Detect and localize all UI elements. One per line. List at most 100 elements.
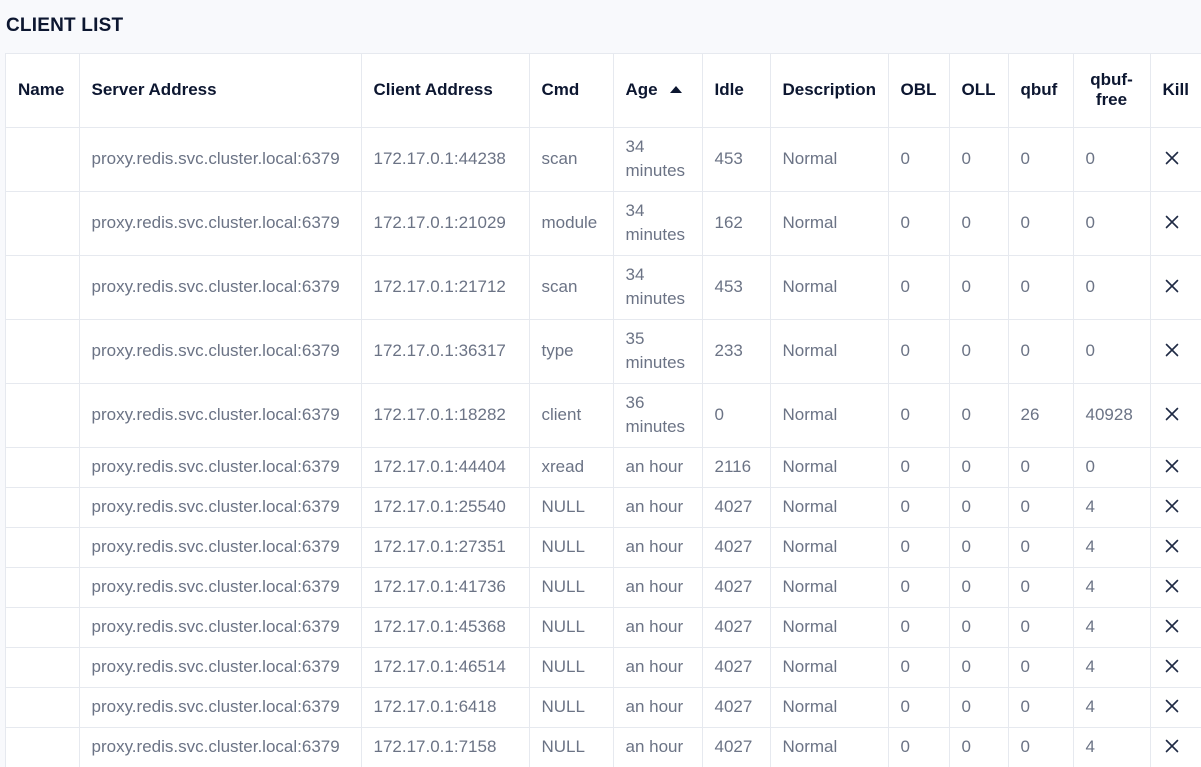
cell-server-address: proxy.redis.svc.cluster.local:6379	[79, 487, 362, 528]
column-header-qbuf-free[interactable]: qbuf-free	[1073, 54, 1151, 128]
column-header-age[interactable]: Age	[613, 54, 703, 128]
cell-server-address: proxy.redis.svc.cluster.local:6379	[79, 727, 362, 767]
cell-idle: 4027	[702, 687, 771, 728]
column-header-oll[interactable]: OLL	[949, 54, 1009, 128]
cell-qbuf-free: 4	[1073, 647, 1151, 688]
column-header-server-address[interactable]: Server Address	[79, 54, 362, 128]
cell-oll: 0	[949, 487, 1009, 528]
cell-client-address: 172.17.0.1:21712	[361, 255, 530, 320]
cell-server-address: proxy.redis.svc.cluster.local:6379	[79, 567, 362, 608]
cell-cmd: NULL	[529, 567, 614, 608]
cell-oll: 0	[949, 727, 1009, 767]
cell-client-address: 172.17.0.1:25540	[361, 487, 530, 528]
client-list-table-container: Name Server Address Client Address Cmd A…	[5, 53, 1201, 767]
cell-obl: 0	[888, 191, 950, 256]
cell-oll: 0	[949, 383, 1009, 448]
cell-cmd: xread	[529, 447, 614, 488]
cell-idle: 4027	[702, 727, 771, 767]
cell-server-address: proxy.redis.svc.cluster.local:6379	[79, 527, 362, 568]
kill-client-button[interactable]	[1163, 277, 1181, 295]
column-header-cmd[interactable]: Cmd	[529, 54, 614, 128]
close-icon	[1165, 407, 1178, 420]
cell-server-address: proxy.redis.svc.cluster.local:6379	[79, 383, 362, 448]
cell-age: 34 minutes	[613, 127, 703, 192]
table-row: proxy.redis.svc.cluster.local:6379 172.17…	[6, 607, 1201, 648]
cell-qbuf: 0	[1008, 687, 1074, 728]
column-header-qbuf[interactable]: qbuf	[1008, 54, 1074, 128]
cell-server-address: proxy.redis.svc.cluster.local:6379	[79, 607, 362, 648]
cell-cmd: scan	[529, 255, 614, 320]
cell-age: an hour	[613, 447, 703, 488]
close-icon	[1165, 739, 1178, 752]
cell-qbuf-free: 0	[1073, 447, 1151, 488]
cell-age: 34 minutes	[613, 191, 703, 256]
kill-client-button[interactable]	[1163, 149, 1181, 167]
cell-qbuf-free: 4	[1073, 607, 1151, 648]
cell-obl: 0	[888, 447, 950, 488]
close-icon	[1165, 539, 1178, 552]
cell-age: 36 minutes	[613, 383, 703, 448]
kill-client-button[interactable]	[1163, 537, 1181, 555]
close-icon	[1165, 151, 1178, 164]
cell-qbuf: 0	[1008, 487, 1074, 528]
table-row: proxy.redis.svc.cluster.local:6379 172.17…	[6, 255, 1201, 320]
cell-obl: 0	[888, 255, 950, 320]
table-row: proxy.redis.svc.cluster.local:6379 172.17…	[6, 191, 1201, 256]
kill-client-button[interactable]	[1163, 577, 1181, 595]
column-header-idle[interactable]: Idle	[702, 54, 771, 128]
kill-client-button[interactable]	[1163, 617, 1181, 635]
table-header-row: Name Server Address Client Address Cmd A…	[6, 54, 1201, 128]
cell-client-address: 172.17.0.1:44238	[361, 127, 530, 192]
cell-qbuf-free: 4	[1073, 727, 1151, 767]
close-icon	[1165, 215, 1178, 228]
cell-kill	[1150, 687, 1201, 728]
cell-qbuf-free: 0	[1073, 255, 1151, 320]
cell-idle: 4027	[702, 567, 771, 608]
cell-name	[6, 647, 80, 688]
cell-kill	[1150, 383, 1201, 448]
cell-kill	[1150, 607, 1201, 648]
sort-ascending-icon	[669, 86, 682, 94]
kill-client-button[interactable]	[1163, 405, 1181, 423]
cell-name	[6, 383, 80, 448]
cell-name	[6, 687, 80, 728]
cell-obl: 0	[888, 319, 950, 384]
cell-kill	[1150, 447, 1201, 488]
kill-client-button[interactable]	[1163, 737, 1181, 755]
cell-obl: 0	[888, 383, 950, 448]
column-header-description[interactable]: Description	[770, 54, 889, 128]
cell-obl: 0	[888, 647, 950, 688]
cell-cmd: NULL	[529, 687, 614, 728]
kill-client-button[interactable]	[1163, 341, 1181, 359]
cell-idle: 4027	[702, 487, 771, 528]
cell-qbuf: 0	[1008, 647, 1074, 688]
cell-oll: 0	[949, 607, 1009, 648]
cell-qbuf-free: 4	[1073, 567, 1151, 608]
cell-oll: 0	[949, 255, 1009, 320]
cell-server-address: proxy.redis.svc.cluster.local:6379	[79, 127, 362, 192]
cell-kill	[1150, 191, 1201, 256]
column-header-name[interactable]: Name	[6, 54, 80, 128]
cell-client-address: 172.17.0.1:7158	[361, 727, 530, 767]
column-header-obl[interactable]: OBL	[888, 54, 950, 128]
column-header-client-address[interactable]: Client Address	[361, 54, 530, 128]
cell-server-address: proxy.redis.svc.cluster.local:6379	[79, 319, 362, 384]
kill-client-button[interactable]	[1163, 497, 1181, 515]
kill-client-button[interactable]	[1163, 697, 1181, 715]
cell-obl: 0	[888, 687, 950, 728]
cell-qbuf: 0	[1008, 727, 1074, 767]
cell-age: 34 minutes	[613, 255, 703, 320]
cell-oll: 0	[949, 191, 1009, 256]
close-icon	[1165, 659, 1178, 672]
cell-name	[6, 127, 80, 192]
kill-client-button[interactable]	[1163, 213, 1181, 231]
cell-name	[6, 319, 80, 384]
cell-cmd: type	[529, 319, 614, 384]
cell-qbuf-free: 0	[1073, 127, 1151, 192]
client-list-body: proxy.redis.svc.cluster.local:6379 172.17…	[6, 127, 1201, 767]
kill-client-button[interactable]	[1163, 457, 1181, 475]
cell-description: Normal	[770, 127, 889, 192]
kill-client-button[interactable]	[1163, 657, 1181, 675]
cell-idle: 233	[702, 319, 771, 384]
cell-server-address: proxy.redis.svc.cluster.local:6379	[79, 191, 362, 256]
